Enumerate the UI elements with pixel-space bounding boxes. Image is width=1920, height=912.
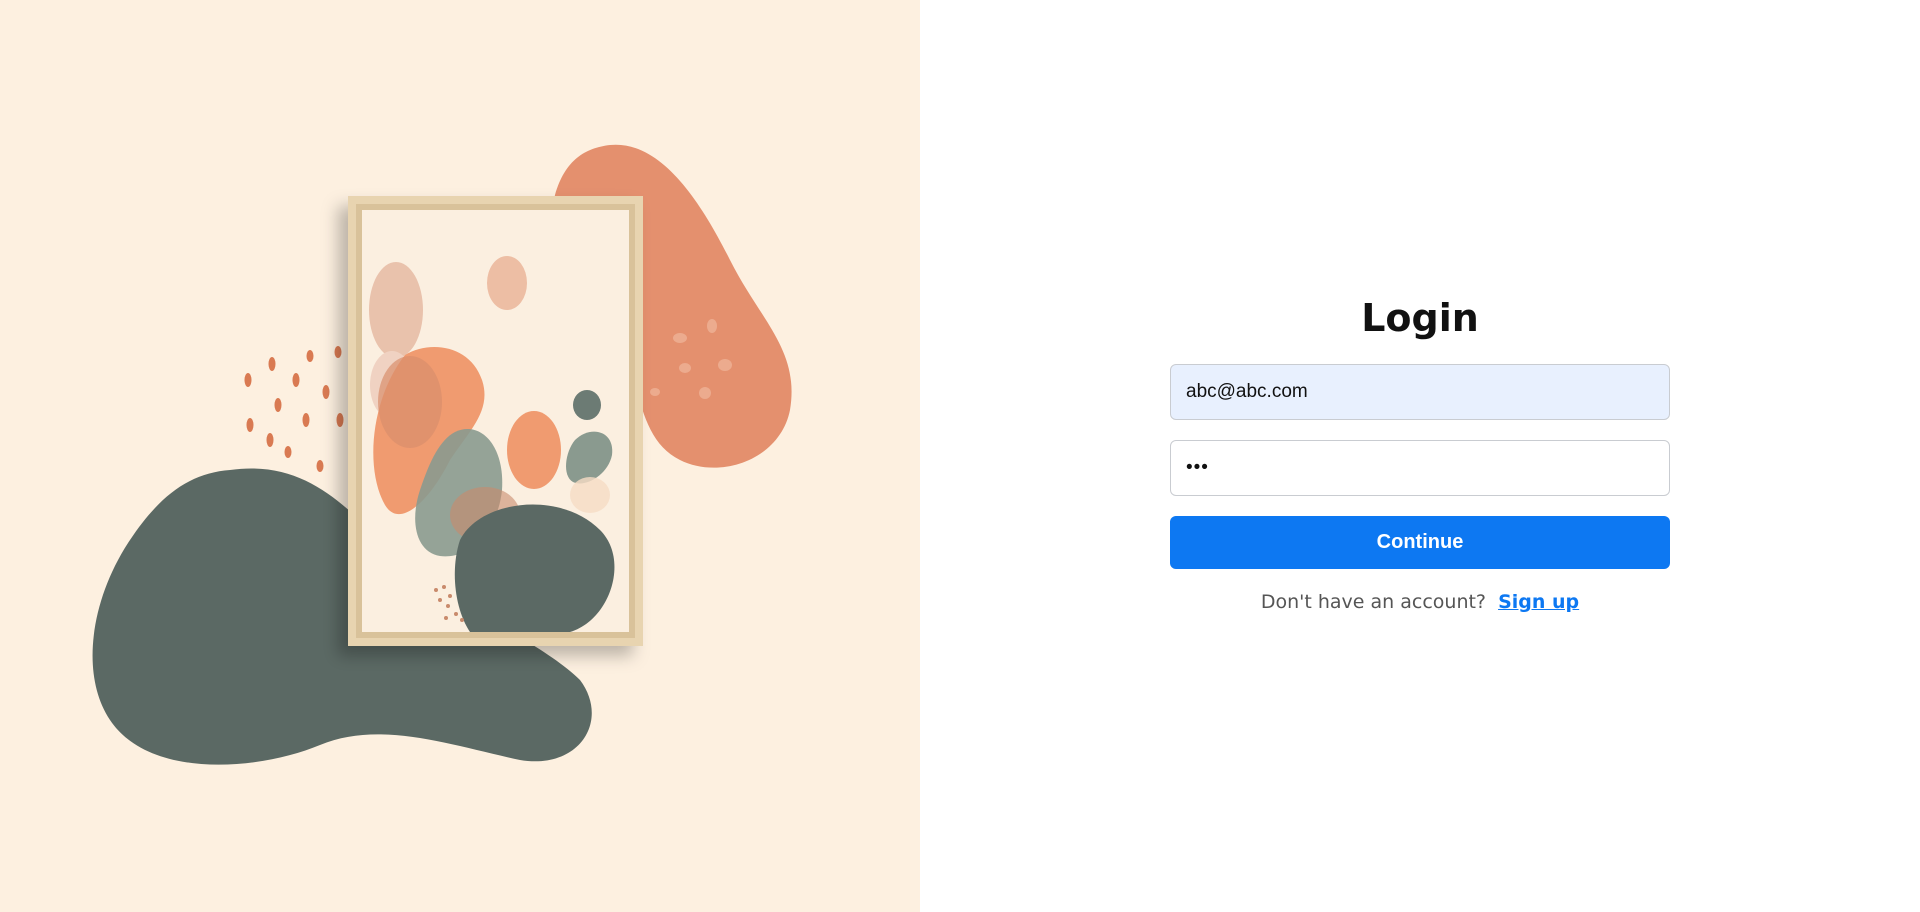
email-field[interactable] (1170, 364, 1670, 420)
continue-button[interactable]: Continue (1170, 516, 1670, 569)
login-form: Login Continue Don't have an account? Si… (1170, 290, 1670, 613)
abstract-art-illustration (92, 144, 792, 765)
page-title: Login (1361, 296, 1479, 340)
illustration-panel (0, 0, 920, 912)
signup-link[interactable]: Sign up (1498, 591, 1579, 613)
dot-cluster (244, 346, 344, 472)
login-page: Login Continue Don't have an account? Si… (0, 0, 1920, 912)
login-form-panel: Login Continue Don't have an account? Si… (920, 0, 1920, 912)
signup-prompt: Don't have an account? (1260, 591, 1487, 613)
signup-row: Don't have an account? Sign up (1170, 591, 1670, 613)
password-field[interactable] (1170, 440, 1670, 496)
